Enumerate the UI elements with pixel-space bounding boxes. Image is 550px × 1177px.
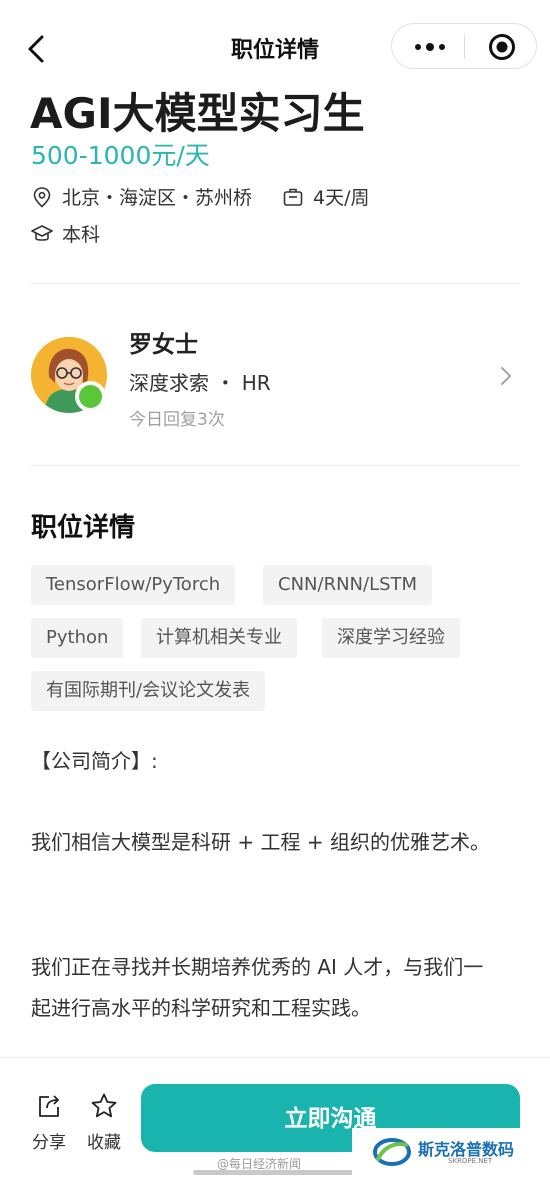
skill-tag: 深度学习经验 <box>322 618 460 658</box>
favorite-label: 收藏 <box>87 1133 121 1153</box>
brand-logo-icon <box>373 1138 411 1166</box>
divider <box>31 283 520 284</box>
star-icon <box>91 1093 117 1118</box>
job-schedule: 4天/周 <box>313 187 370 209</box>
location-pin-icon <box>33 186 51 208</box>
skill-tag: 计算机相关专业 <box>141 618 297 658</box>
job-location: 北京・海淀区・苏州桥 <box>62 187 253 209</box>
recruiter-reply-info: 今日回复3次 <box>129 410 225 430</box>
job-meta-education-row: 本科 <box>31 220 100 247</box>
divider <box>31 465 520 466</box>
capsule-divider <box>464 35 465 59</box>
skill-tag: TensorFlow/PyTorch <box>31 565 236 605</box>
description-paragraph: 我们正在寻找并长期培养优秀的 AI 人才，与我们一起进行高水平的科学研究和工程实… <box>31 955 484 1020</box>
job-education: 本科 <box>62 224 101 246</box>
favorite-button[interactable]: 收藏 <box>84 1092 124 1153</box>
source-watermark: @每日经济新闻 <box>217 1157 302 1171</box>
description-paragraph: 我们相信大模型是科研 + 工程 + 组织的优雅艺术。 <box>31 830 490 854</box>
job-meta-location-row: 北京・海淀区・苏州桥 4天/周 <box>31 183 370 210</box>
close-target-icon[interactable] <box>488 33 516 61</box>
recruiter-company-role: 深度求索 ・ HR <box>129 371 271 395</box>
more-icon[interactable] <box>410 36 450 58</box>
brand-subtitle: SKROPE.NET <box>448 1157 493 1165</box>
skill-tag: CNN/RNN/LSTM <box>263 565 433 605</box>
brand-watermark: 斯克洛普数码 SKROPE.NET <box>352 1128 550 1177</box>
briefcase-icon <box>283 188 303 206</box>
online-status-dot <box>75 381 106 412</box>
company-intro-heading: 【公司简介】: <box>31 749 158 773</box>
job-title: AGI大模型实习生 <box>30 89 365 138</box>
share-icon <box>39 1095 59 1117</box>
mini-program-capsule <box>391 23 537 69</box>
chevron-right-icon[interactable] <box>497 364 515 388</box>
salary: 500-1000元/天 <box>31 141 210 170</box>
skill-tag: Python <box>31 618 124 658</box>
recruiter-name[interactable]: 罗女士 <box>129 325 198 359</box>
skill-tag: 有国际期刊/会议论文发表 <box>31 671 266 711</box>
share-button[interactable]: 分享 <box>31 1092 67 1153</box>
share-label: 分享 <box>32 1133 66 1153</box>
section-title: 职位详情 <box>31 513 136 543</box>
graduation-cap-icon <box>31 224 53 241</box>
